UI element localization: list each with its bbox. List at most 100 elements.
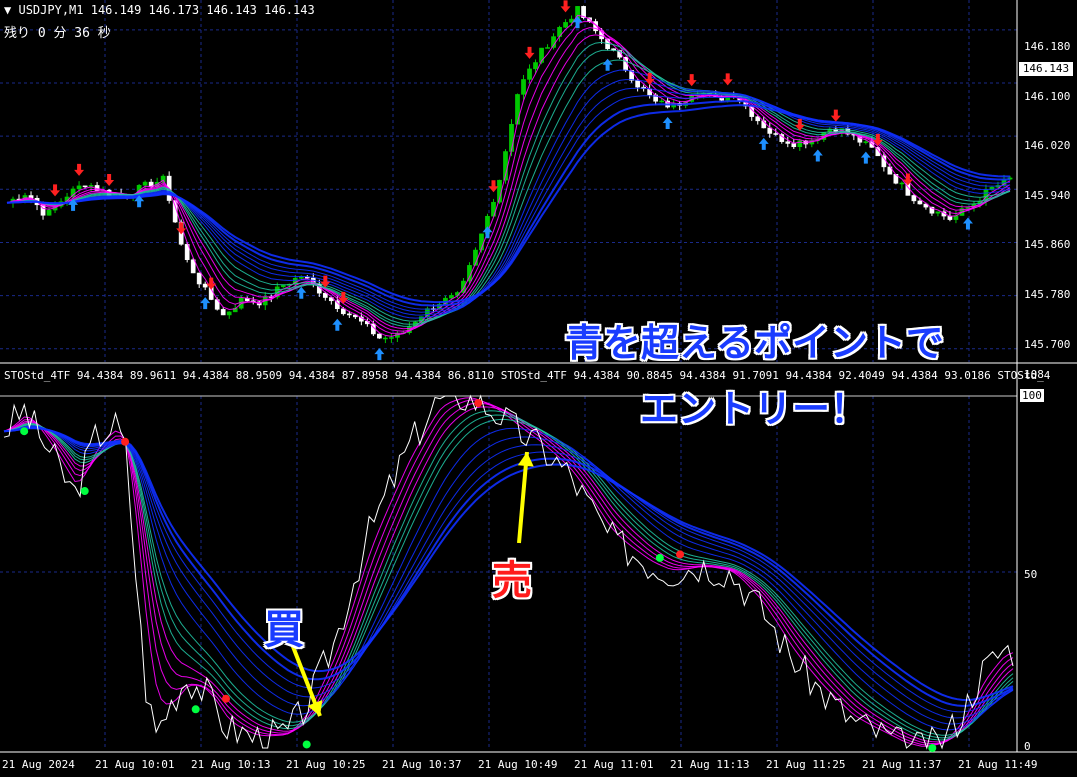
bull-candle [899,182,905,185]
osc-tick: 0 [1024,740,1031,753]
bear-candle [773,133,779,135]
headline-annotation-1: 青を超えるポイントで [565,321,944,365]
bull-candle [533,62,538,70]
bear-candle [196,272,202,285]
price-ma-line [6,87,1011,313]
current-price-box: 146.143 [1019,62,1073,76]
price-tick: 146.020 [1024,139,1071,152]
buy-arrow-icon [200,297,211,310]
osc-tick: 108 [1024,368,1044,381]
sell-arrow-icon [206,277,217,290]
sell-arrow-icon [50,184,61,197]
sell-signal-dot [474,399,483,408]
bull-candle [935,211,941,214]
price-tick: 146.100 [1024,90,1071,103]
buy-arrow-icon [860,151,871,164]
price-tick: 145.940 [1024,189,1071,202]
buy-label: 買 [264,607,304,653]
bull-candle [383,337,388,340]
price-tick: 145.780 [1024,288,1071,301]
sell-arrow-icon [686,74,697,87]
price-ma-line [6,14,1011,337]
time-tick: 21 Aug 10:13 [191,758,271,771]
bull-candle [76,185,82,190]
bull-candle [521,79,526,95]
osc-tick: 100 [1020,389,1044,402]
time-tick: 21 Aug 2024 [2,758,75,771]
buy-arrow-icon [296,286,307,299]
price-tick: 145.860 [1024,238,1071,251]
price-ma-line [6,59,1011,322]
bull-candle [226,311,232,316]
osc-tick: 50 [1024,568,1038,581]
price-tick: 146.180 [1024,40,1071,53]
time-tick: 21 Aug 11:13 [670,758,750,771]
bear-candle [791,143,797,148]
buy-signal-dot [20,427,29,436]
sell-signal-dot [121,437,130,446]
bear-candle [917,200,923,205]
bear-candle [220,309,226,316]
sell-signal-dot [676,550,685,559]
bear-candle [911,195,917,202]
bull-candle [863,141,869,143]
sell-arrow-icon [830,109,841,122]
price-tick: 145.700 [1024,338,1071,351]
sell-arrow-icon [74,163,85,176]
sell-arrow-icon [320,275,331,288]
bull-candle [527,68,532,80]
bull-candle [659,100,665,103]
sell-arrow-icon [524,46,535,59]
headline-annotation-2: エントリー！ [640,387,869,431]
sell-arrow-icon [560,0,571,13]
bull-candle [142,181,148,186]
bear-candle [377,333,382,339]
bear-candle [346,313,352,316]
buy-signal-dot [191,705,200,714]
sell-arrow-icon [104,174,115,187]
buy-signal-dot [655,553,664,562]
time-tick: 21 Aug 10:49 [478,758,558,771]
buy-signal-dot [80,487,89,496]
buy-arrow-icon [662,117,673,130]
time-tick: 21 Aug 11:01 [574,758,654,771]
bull-candle [515,94,520,125]
bear-candle [202,283,208,288]
symbol-header: ▼ USDJPY,M1 146.149 146.173 146.143 146.… [4,3,315,17]
symbol-label: USDJPY,M1 [18,3,84,17]
buy-signal-dot [302,740,311,749]
dropdown-triangle-icon[interactable]: ▼ [4,3,11,17]
price-ma-line [6,95,1011,310]
bull-candle [389,337,394,339]
bear-candle [82,185,88,188]
bull-candle [449,295,454,299]
time-tick: 21 Aug 11:37 [862,758,942,771]
buy-signal-dot [928,744,937,752]
bear-candle [635,80,640,88]
time-tick: 21 Aug 10:37 [382,758,462,771]
indicator-header: STOStd_4TF 94.4384 89.9611 94.4384 88.95… [4,369,1051,382]
time-tick: 21 Aug 10:25 [286,758,366,771]
mt4-chart-window: ▼ USDJPY,M1 146.149 146.173 146.143 146.… [0,0,1077,777]
sell-arrow-icon [722,73,733,86]
candle-timer: 残り 0 分 36 秒 [4,26,111,41]
time-tick: 21 Aug 11:25 [766,758,846,771]
buy-arrow-icon [572,16,583,29]
sell-signal-dot [221,694,230,703]
bear-candle [785,141,791,144]
time-tick: 21 Aug 10:01 [95,758,175,771]
buy-arrow-icon [962,217,973,230]
ohlc-values: 146.149 146.173 146.143 146.143 [90,3,315,17]
sell-label: 売 [492,558,532,604]
buy-arrow-icon [332,318,343,331]
bull-candle [280,285,286,288]
chart-canvas[interactable] [0,0,1077,777]
bull-candle [46,209,52,216]
time-tick: 21 Aug 11:49 [958,758,1038,771]
bull-candle [545,47,550,49]
price-ma-line [6,21,1011,334]
bull-candle [88,185,94,187]
sell-arrow-icon [488,180,499,193]
buy-arrow-icon [758,137,769,150]
sell-pointer-arrow-head [517,452,534,467]
